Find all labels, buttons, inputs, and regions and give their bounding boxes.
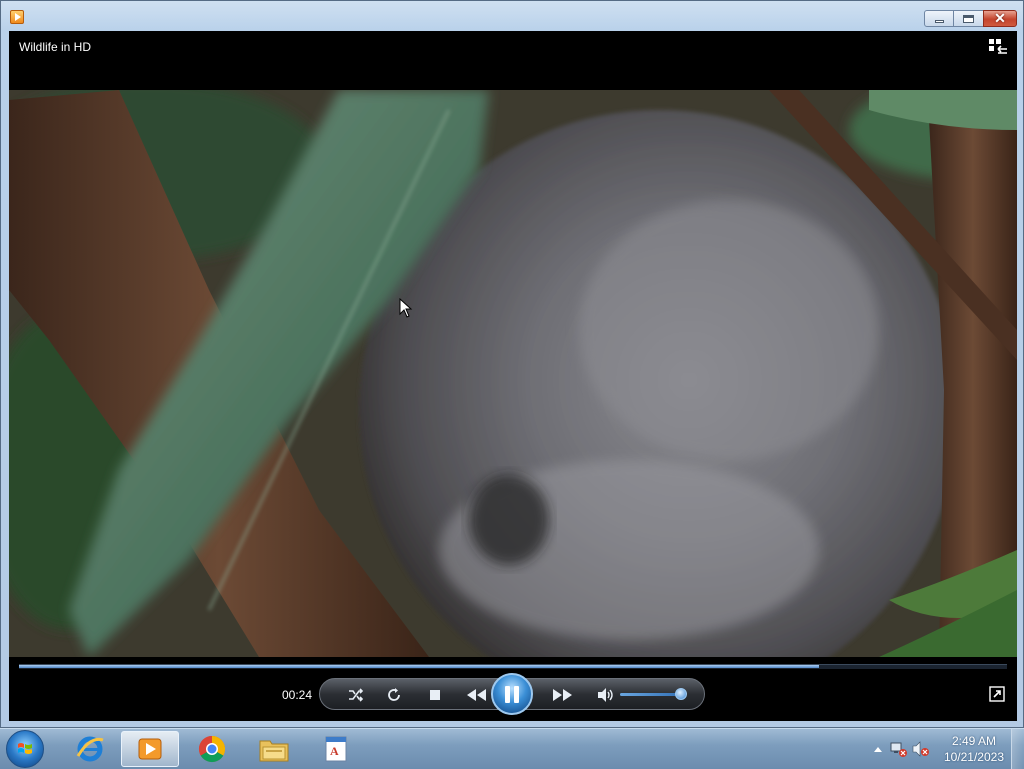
system-clock[interactable]: 2:49 AM 10/21/2023 bbox=[944, 733, 1004, 765]
previous-button[interactable] bbox=[465, 683, 489, 707]
clock-time: 2:49 AM bbox=[951, 734, 996, 748]
fullscreen-icon[interactable] bbox=[989, 686, 1005, 702]
svg-text:A: A bbox=[330, 744, 339, 758]
taskbar: A 2:49 AM 10/21/2023 bbox=[0, 728, 1024, 769]
volume-slider-thumb[interactable] bbox=[674, 688, 687, 700]
windows-logo-icon bbox=[18, 743, 32, 754]
elapsed-time: 00:24 bbox=[282, 688, 313, 702]
taskbar-wordpad[interactable]: A bbox=[307, 731, 365, 767]
next-button[interactable] bbox=[550, 683, 574, 707]
maximize-button[interactable] bbox=[954, 10, 983, 27]
stop-button[interactable] bbox=[423, 683, 447, 707]
show-desktop-button[interactable] bbox=[1011, 729, 1024, 769]
mute-button[interactable] bbox=[594, 683, 618, 707]
shuffle-button[interactable] bbox=[344, 683, 368, 707]
taskbar-windows-media-player[interactable] bbox=[121, 731, 179, 767]
repeat-icon bbox=[388, 688, 400, 701]
seek-bar[interactable] bbox=[19, 664, 1007, 669]
show-hidden-icons-icon[interactable] bbox=[873, 745, 883, 753]
media-player-icon bbox=[10, 10, 24, 24]
transport-controls bbox=[319, 673, 705, 715]
now-playing-area: Wildlife in HD 00:24 bbox=[9, 31, 1017, 721]
previous-icon bbox=[467, 689, 486, 701]
shuffle-icon bbox=[349, 688, 364, 702]
windows-media-player-icon bbox=[138, 738, 162, 760]
koala-video-image bbox=[9, 90, 1017, 657]
pause-icon-bar bbox=[514, 685, 519, 703]
close-button[interactable]: ✕ bbox=[983, 10, 1017, 27]
volume-icon bbox=[598, 688, 613, 702]
network-icon[interactable] bbox=[890, 741, 908, 757]
media-player-window: ✕ Wildlife in HD 00:24 bbox=[0, 0, 1024, 728]
seek-progress bbox=[19, 665, 820, 668]
minimize-icon bbox=[925, 11, 953, 26]
maximize-icon bbox=[954, 11, 983, 26]
taskbar-windows-explorer[interactable] bbox=[245, 731, 303, 767]
pause-button[interactable] bbox=[491, 673, 533, 715]
wordpad-icon: A bbox=[325, 736, 347, 762]
internet-explorer-icon bbox=[76, 736, 104, 762]
repeat-button[interactable] bbox=[382, 683, 406, 707]
pause-icon bbox=[505, 685, 510, 703]
windows-explorer-icon bbox=[259, 740, 289, 762]
caption-buttons: ✕ bbox=[924, 10, 1017, 27]
mouse-cursor-icon bbox=[399, 298, 413, 318]
taskbar-chrome[interactable] bbox=[183, 731, 241, 767]
next-icon bbox=[553, 689, 572, 701]
video-title: Wildlife in HD bbox=[19, 40, 92, 54]
video-frame[interactable] bbox=[9, 90, 1017, 657]
chrome-icon bbox=[198, 735, 226, 763]
taskbar-internet-explorer[interactable] bbox=[61, 731, 119, 767]
notification-area: 2:49 AM 10/21/2023 bbox=[864, 729, 1024, 769]
volume-muted-icon[interactable] bbox=[912, 741, 930, 757]
clock-date: 10/21/2023 bbox=[943, 750, 1004, 764]
title-bar[interactable]: ✕ bbox=[1, 1, 1023, 32]
start-button[interactable] bbox=[6, 730, 44, 768]
stop-icon bbox=[430, 690, 440, 700]
close-icon: ✕ bbox=[994, 10, 1006, 26]
minimize-button[interactable] bbox=[924, 10, 954, 27]
switch-to-library-icon[interactable] bbox=[989, 39, 1007, 55]
